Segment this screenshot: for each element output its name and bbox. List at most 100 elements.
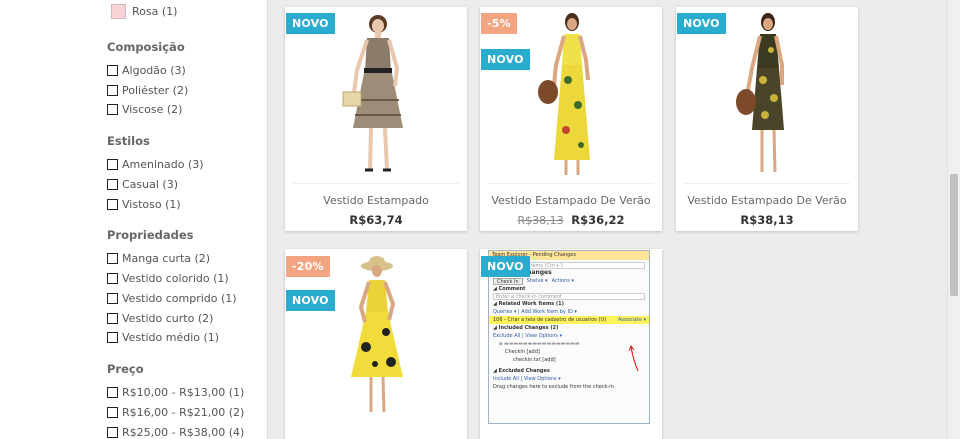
checkbox[interactable] [107, 103, 118, 115]
checkbox[interactable] [107, 178, 118, 190]
product-price: R$63,74 [349, 213, 403, 227]
dress-model-illustration [736, 12, 784, 172]
product-card[interactable]: NOVO Vestido Estampado De Verão R$38,13 [676, 7, 858, 231]
filter-manga-curta[interactable]: Manga curta (2) [107, 249, 210, 267]
filter-label: R$25,00 - R$38,00 (4) [122, 425, 245, 439]
scrollbar-thumb[interactable] [950, 174, 958, 296]
filter-label: Vestido colorido (1) [122, 271, 229, 285]
badge-new: NOVO [677, 13, 726, 34]
filter-label: Manga curta (2) [122, 251, 211, 265]
filter-label: Algodão (3) [122, 63, 186, 77]
red-arrow-icon [628, 345, 639, 372]
checkbox[interactable] [107, 331, 118, 343]
filter-label: Casual (3) [122, 177, 178, 191]
filter-label: Ameninado (3) [122, 157, 204, 171]
filter-color-rosa[interactable]: Rosa (1) [111, 2, 177, 20]
dress-model-illustration [351, 255, 403, 412]
screenshot-blurred-path: ▪ ▬▬▬▬▬▬▬▬▬▬▬▬▬▬▬▬ [499, 341, 580, 347]
checkbox[interactable] [107, 312, 118, 324]
screenshot-comment-field: Enter a check-in comment [493, 293, 645, 300]
filter-price-25-38[interactable]: R$25,00 - R$38,00 (4) [107, 423, 244, 439]
price-row: R$63,74 [285, 213, 467, 227]
product-name[interactable]: Vestido Estampado De Verão [480, 194, 662, 207]
badge-new: NOVO [481, 256, 530, 277]
filter-label: Vestido curto (2) [122, 311, 214, 325]
section-title-composicao: Composição [107, 40, 185, 54]
product-card[interactable]: Team Explorer - Pending Changes Search W… [480, 249, 662, 439]
badge-discount: -20% [286, 256, 330, 277]
section-title-propriedades: Propriedades [107, 228, 194, 242]
product-card[interactable]: NOVO Vestido Estampado R$63,74 [285, 7, 467, 231]
screenshot-work-item-title: 106 - Criar a tela de cadastro de usuari… [493, 317, 607, 323]
screenshot-associate: Associate ▾ [617, 317, 646, 323]
filter-poliester[interactable]: Poliéster (2) [107, 81, 188, 99]
checkbox[interactable] [107, 272, 118, 284]
product-card[interactable]: -20% NOVO [285, 249, 467, 439]
badge-discount: -5% [481, 13, 517, 34]
filter-price-16-21[interactable]: R$16,00 - R$21,00 (2) [107, 403, 244, 421]
filter-vestido-colorido[interactable]: Vestido colorido (1) [107, 269, 229, 287]
screenshot-folder-item: Checkin [add] [505, 349, 540, 355]
filter-sidebar: Rosa (1) Composição Algodão (3) Poliéste… [0, 0, 268, 439]
page-scrollbar[interactable] [947, 0, 960, 439]
screenshot-related-links: Queries ▾ | Add Work Item by ID ▾ [493, 309, 577, 315]
screenshot-excluded-note: Drag changes here to exclude from the ch… [493, 384, 616, 390]
price-row: R$38,13 [676, 213, 858, 227]
screenshot-excluded-header: ◢ Excluded Changes [493, 368, 550, 374]
section-title-preco: Preço [107, 362, 144, 376]
badge-new: NOVO [286, 13, 335, 34]
product-price: R$36,22 [571, 213, 625, 227]
screenshot-file-item: checkin.txt [add] [513, 357, 556, 363]
filter-vestido-medio[interactable]: Vestido médio (1) [107, 328, 219, 346]
filter-label: R$10,00 - R$13,00 (1) [122, 385, 245, 399]
checkbox[interactable] [107, 198, 118, 210]
badge-new: NOVO [286, 290, 335, 311]
screenshot-included-links: Exclude All | View Options ▾ [493, 333, 563, 339]
product-price: R$38,13 [740, 213, 794, 227]
filter-label: Poliéster (2) [122, 83, 189, 97]
filter-vestido-comprido[interactable]: Vestido comprido (1) [107, 289, 237, 307]
dress-model-illustration [538, 12, 590, 175]
badge-new: NOVO [481, 49, 530, 70]
screenshot-toolbar: Check In Shelve ▾ Actions ▾ [489, 277, 649, 285]
filter-label: Vistoso (1) [122, 197, 181, 211]
product-name[interactable]: Vestido Estampado [285, 194, 467, 207]
filter-label: Vestido médio (1) [122, 330, 220, 344]
screenshot-actions-link: Actions ▾ [551, 278, 574, 284]
screenshot-work-item: 106 - Criar a tela de cadastro de usuari… [489, 316, 649, 324]
filter-label: R$16,00 - R$21,00 (2) [122, 405, 245, 419]
checkbox[interactable] [107, 252, 118, 264]
product-old-price: R$38,13 [517, 214, 564, 227]
dress-model-illustration [342, 14, 403, 171]
checkbox[interactable] [107, 64, 118, 76]
filter-ameninado[interactable]: Ameninado (3) [107, 155, 204, 173]
checkbox[interactable] [107, 406, 118, 418]
color-swatch[interactable] [111, 3, 126, 19]
screenshot-shelve-link: Shelve ▾ [526, 278, 548, 284]
filter-casual[interactable]: Casual (3) [107, 175, 178, 193]
filter-viscose[interactable]: Viscose (2) [107, 100, 182, 118]
screenshot-included-header: ◢ Included Changes (2) [493, 325, 559, 331]
filter-label: Rosa (1) [132, 4, 178, 18]
filter-label: Viscose (2) [122, 102, 183, 116]
checkbox[interactable] [107, 386, 118, 398]
divider [684, 183, 850, 184]
price-row: R$38,13 R$36,22 [480, 213, 662, 227]
filter-price-10-13[interactable]: R$10,00 - R$13,00 (1) [107, 383, 244, 401]
screenshot-checkin-button: Check In [493, 277, 523, 285]
checkbox[interactable] [107, 292, 118, 304]
checkbox[interactable] [107, 426, 118, 438]
filter-label: Vestido comprido (1) [122, 291, 237, 305]
screenshot-comment-header: ◢ Comment [493, 286, 526, 292]
filter-vistoso[interactable]: Vistoso (1) [107, 195, 181, 213]
divider [488, 183, 654, 184]
divider [293, 183, 459, 184]
product-name[interactable]: Vestido Estampado De Verão [676, 194, 858, 207]
screenshot-excluded-links: Include All | View Options ▾ [493, 376, 561, 382]
filter-vestido-curto[interactable]: Vestido curto (2) [107, 309, 213, 327]
product-card[interactable]: -5% NOVO Vestido Estampado De Verão R$38… [480, 7, 662, 231]
filter-algodao[interactable]: Algodão (3) [107, 61, 186, 79]
checkbox[interactable] [107, 84, 118, 96]
checkbox[interactable] [107, 158, 118, 170]
screenshot-related-header: ◢ Related Work Items (1) [493, 301, 564, 307]
